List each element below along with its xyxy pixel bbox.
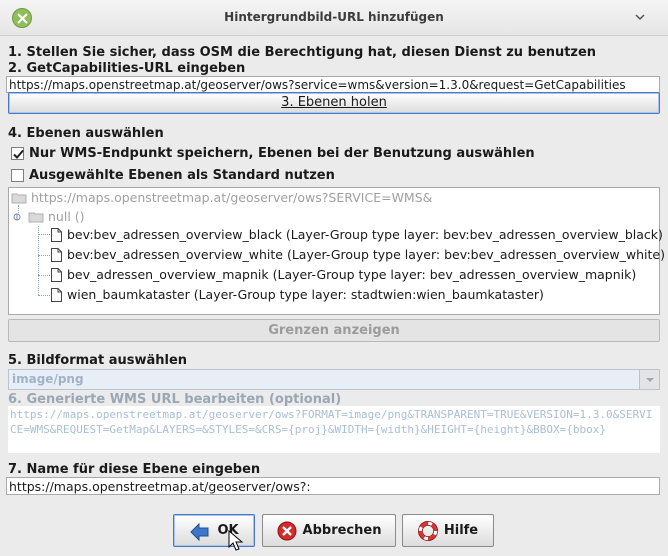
chevron-down-icon[interactable] [639,370,659,389]
document-icon [51,247,62,262]
tree-group-node[interactable]: null () [12,209,85,224]
step4-label: 4. Ebenen auswählen [8,126,164,141]
document-icon [51,227,62,242]
tree-layer-item[interactable]: bev:bev_adressen_overview_black (Layer-G… [51,227,663,242]
selected-default-checkbox[interactable]: Ausgewählte Ebenen als Standard nutzen [11,168,335,183]
folder-icon [28,212,44,222]
layer-tree[interactable]: https://maps.openstreetmap.at/geoserver/… [8,187,665,315]
chevron-down-icon[interactable] [634,12,646,22]
cancel-button[interactable]: Abbrechen [262,514,396,547]
step2-label: 2. GetCapabilities-URL eingeben [8,61,246,76]
tree-layer-label: bev:bev_adressen_overview_white (Layer-G… [67,247,665,262]
step7-label: 7. Name für diese Ebene eingeben [8,462,261,477]
title-bar: Hintergrundbild-URL hinzufügen [0,0,668,36]
tree-layer-label: bev_adressen_overview_mapnik (Layer-Grou… [67,267,637,282]
checkbox-checked-icon [11,147,24,160]
cancel-label: Abbrechen [302,523,382,538]
tree-connector [38,226,39,295]
document-icon [51,287,62,302]
tree-connector [38,234,50,235]
wms-endpoint-only-label: Nur WMS-Endpunkt speichern, Ebenen bei d… [29,146,535,161]
show-bounds-button[interactable]: Grenzen anzeigen [8,319,660,342]
step6-label: 6. Generierte WMS URL bearbeiten (option… [8,392,342,407]
generated-url-textarea[interactable]: https://maps.openstreetmap.at/geoserver/… [8,406,660,453]
tree-layer-label: bev:bev_adressen_overview_black (Layer-G… [67,227,663,242]
layer-name-field[interactable]: https://maps.openstreetmap.at/geoserver/… [6,477,660,495]
cancel-icon [277,521,297,540]
image-format-value: image/png [12,372,84,386]
help-button[interactable]: Hilfe [402,514,494,547]
arrow-back-icon [190,522,209,541]
document-icon [51,267,62,282]
step1-label: 1. Stellen Sie sicher, dass OSM die Bere… [8,45,597,60]
capabilities-url-field[interactable]: https://maps.openstreetmap.at/geoserver/… [6,76,660,93]
tree-root-node[interactable]: https://maps.openstreetmap.at/geoserver/… [11,190,432,205]
checkbox-unchecked-icon [11,169,24,182]
step5-label: 5. Bildformat auswählen [8,353,188,368]
tree-connector [38,295,50,296]
selected-default-label: Ausgewählte Ebenen als Standard nutzen [29,168,335,183]
tree-layer-item[interactable]: wien_baumkataster (Layer-Group type laye… [51,287,544,302]
fetch-layers-button[interactable]: 3. Ebenen holen [8,92,660,114]
mouse-cursor-icon [228,530,244,551]
fetch-layers-label: 3. Ebenen holen [281,95,387,110]
tree-connector [38,275,50,276]
show-bounds-label: Grenzen anzeigen [268,323,400,338]
tree-layer-label: wien_baumkataster (Layer-Group type laye… [67,287,544,302]
expand-handle-icon[interactable] [12,212,22,222]
folder-icon [11,193,27,203]
tree-connector [38,255,50,256]
tree-layer-item[interactable]: bev_adressen_overview_mapnik (Layer-Grou… [51,267,636,282]
image-format-select[interactable]: image/png [8,369,660,390]
tree-root-label: https://maps.openstreetmap.at/geoserver/… [31,190,433,205]
lifebuoy-icon [417,520,438,541]
tree-layer-item[interactable]: bev:bev_adressen_overview_white (Layer-G… [51,247,665,262]
window-title: Hintergrundbild-URL hinzufügen [224,10,444,24]
tree-group-label: null () [48,209,85,224]
wms-endpoint-only-checkbox[interactable]: Nur WMS-Endpunkt speichern, Ebenen bei d… [11,146,535,161]
help-label: Hilfe [443,523,479,538]
